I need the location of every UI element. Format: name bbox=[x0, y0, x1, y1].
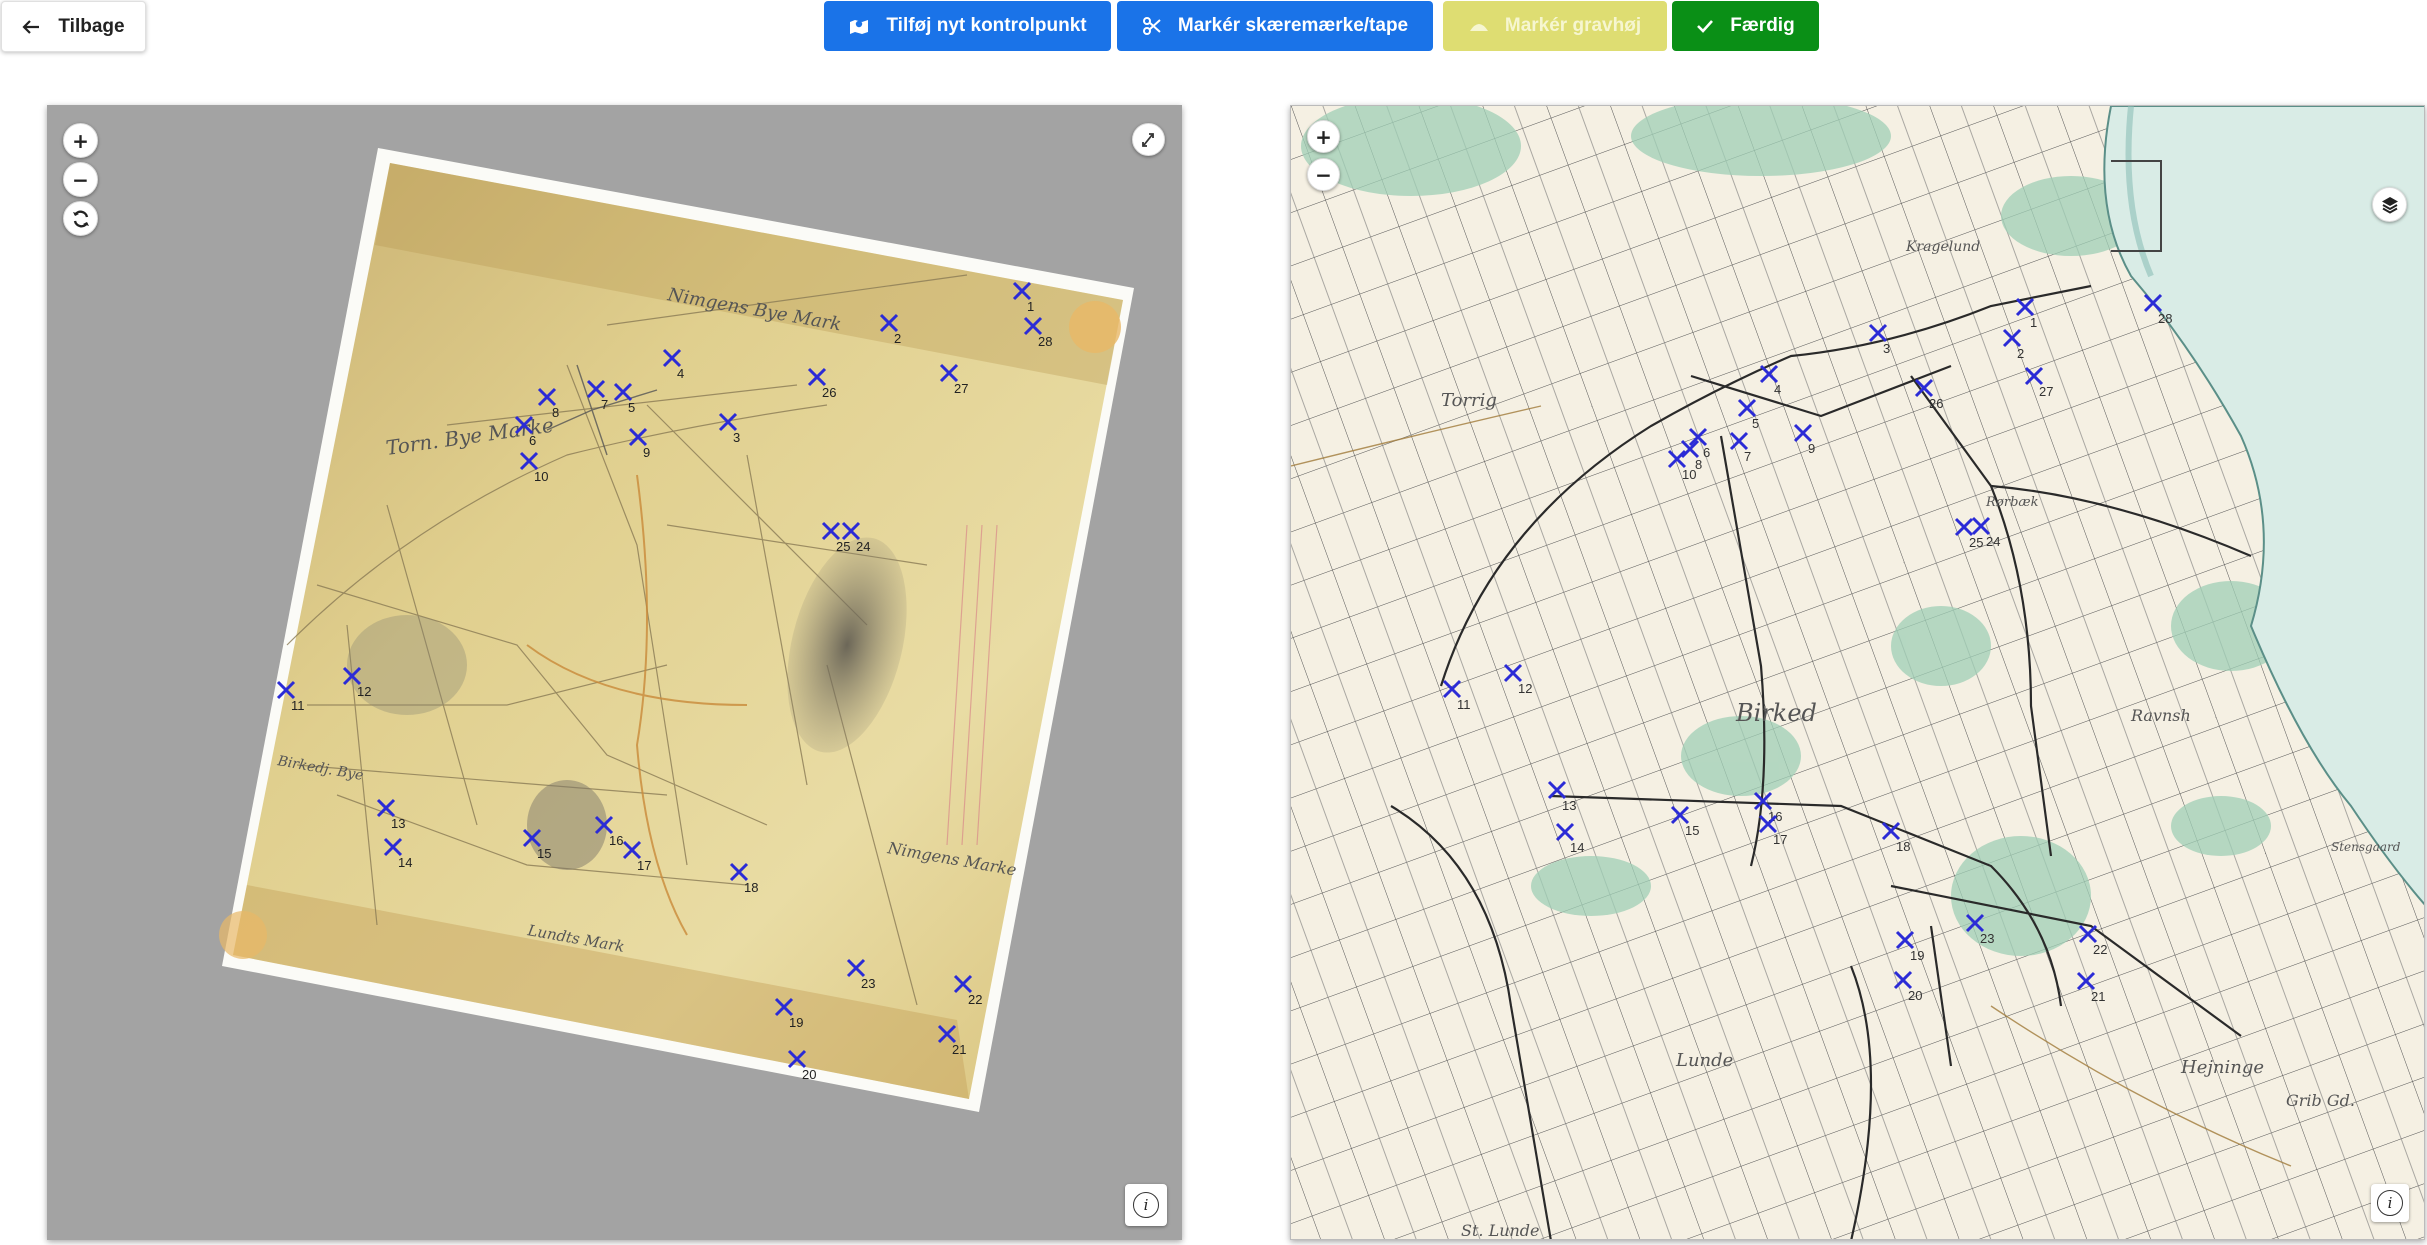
back-button[interactable]: Tilbage bbox=[1, 1, 146, 52]
control-point-label: 18 bbox=[744, 880, 758, 895]
scissors-icon bbox=[1142, 16, 1162, 36]
control-point-label: 27 bbox=[2039, 384, 2053, 399]
control-point-label: 18 bbox=[1896, 839, 1910, 854]
control-point-label: 19 bbox=[789, 1015, 803, 1030]
control-point-label: 24 bbox=[856, 539, 870, 554]
check-icon bbox=[1696, 19, 1714, 33]
map-pin-icon bbox=[848, 16, 870, 36]
control-point-label: 7 bbox=[1744, 449, 1751, 464]
control-point-label: 4 bbox=[677, 366, 684, 381]
mark-burial-mound-button[interactable]: Markér gravhøj bbox=[1443, 1, 1667, 51]
control-point-label: 4 bbox=[1774, 382, 1781, 397]
control-point-label: 13 bbox=[1562, 798, 1576, 813]
reset-rotation-button[interactable] bbox=[63, 201, 98, 236]
place-name-10: Grib Gd. bbox=[2286, 1091, 2355, 1110]
control-point-label: 9 bbox=[643, 445, 650, 460]
control-point-label: 22 bbox=[2093, 942, 2107, 957]
layers-button[interactable] bbox=[2372, 187, 2407, 222]
add-control-point-label: Tilføj nyt kontrolpunkt bbox=[886, 15, 1087, 36]
control-point-label: 24 bbox=[1986, 534, 2000, 549]
control-point-label: 8 bbox=[552, 405, 559, 420]
control-point-label: 25 bbox=[836, 539, 850, 554]
place-name-4: Rørbæk bbox=[1985, 495, 2039, 510]
done-label: Færdig bbox=[1730, 15, 1795, 36]
control-point-label: 3 bbox=[733, 430, 740, 445]
control-point-label: 1 bbox=[2030, 315, 2037, 330]
control-point-label: 26 bbox=[822, 385, 836, 400]
control-point-label: 5 bbox=[1752, 416, 1759, 431]
control-point-label: 15 bbox=[537, 846, 551, 861]
mark-cut-tape-label: Markér skæremærke/tape bbox=[1177, 15, 1409, 36]
place-name-7: St. Lunde bbox=[1461, 1221, 1540, 1240]
mark-cut-tape-button[interactable]: Markér skæremærke/tape bbox=[1117, 1, 1433, 51]
reference-map-canvas[interactable]: Torrig Birked Kragelund Rørbæk Ravnsh He… bbox=[1291, 106, 2425, 1240]
place-name-2: Birked bbox=[1735, 699, 1817, 727]
zoom-out-button[interactable]: − bbox=[63, 162, 98, 197]
zoom-out-button-right[interactable]: − bbox=[1307, 158, 1340, 191]
control-point-label: 6 bbox=[529, 433, 536, 448]
control-point-label: 21 bbox=[952, 1042, 966, 1057]
control-point-label: 12 bbox=[1518, 681, 1532, 696]
control-point-label: 6 bbox=[1703, 445, 1710, 460]
add-control-point-button[interactable]: Tilføj nyt kontrolpunkt bbox=[824, 1, 1111, 51]
control-point-label: 16 bbox=[609, 833, 623, 848]
control-point-label: 20 bbox=[1908, 988, 1922, 1003]
control-point-label: 17 bbox=[1773, 832, 1787, 847]
control-point-label: 11 bbox=[1457, 697, 1471, 712]
zoom-in-button-right[interactable]: + bbox=[1307, 120, 1340, 153]
control-point-label: 12 bbox=[357, 684, 371, 699]
control-point-label: 21 bbox=[2091, 989, 2105, 1004]
rotate-handle-button[interactable] bbox=[1132, 123, 1165, 156]
control-point-label: 13 bbox=[391, 816, 405, 831]
control-point-label: 15 bbox=[1685, 823, 1699, 838]
historical-map-canvas[interactable]: Nimgens Bye Mark Torn. Bye Marke Birkedj… bbox=[47, 105, 1182, 1240]
mound-icon bbox=[1469, 19, 1489, 33]
layers-icon bbox=[2380, 195, 2400, 215]
control-point-label: 1 bbox=[1027, 299, 1034, 314]
control-point-label: 10 bbox=[534, 469, 548, 484]
info-button-right[interactable]: i bbox=[2371, 1184, 2409, 1222]
place-name-5: Ravnsh bbox=[2130, 706, 2191, 725]
control-point-label: 14 bbox=[398, 855, 412, 870]
arrow-left-icon bbox=[22, 19, 40, 35]
place-name-8: Lunde bbox=[1675, 1050, 1733, 1071]
rotate-handle-icon bbox=[1140, 131, 1158, 149]
control-point-label: 23 bbox=[1980, 931, 1994, 946]
control-point-label: 5 bbox=[628, 400, 635, 415]
mark-burial-mound-label: Markér gravhøj bbox=[1504, 15, 1642, 36]
historical-map-viewer[interactable]: Nimgens Bye Mark Torn. Bye Marke Birkedj… bbox=[47, 105, 1182, 1240]
place-name-9: Stensgaard bbox=[2331, 840, 2401, 854]
place-name-1: Torrig bbox=[1441, 390, 1497, 411]
control-point-label: 14 bbox=[1570, 840, 1584, 855]
control-point-label: 22 bbox=[968, 992, 982, 1007]
control-point-label: 11 bbox=[291, 698, 305, 713]
control-point-label: 9 bbox=[1808, 441, 1815, 456]
back-button-label: Tilbage bbox=[58, 15, 125, 37]
done-button[interactable]: Færdig bbox=[1672, 1, 1819, 51]
place-name-6: Hejninge bbox=[2180, 1057, 2264, 1078]
control-point-label: 2 bbox=[894, 331, 901, 346]
control-point-label: 28 bbox=[2158, 311, 2172, 326]
control-point-label: 26 bbox=[1929, 396, 1943, 411]
control-point-label: 7 bbox=[601, 397, 608, 412]
info-button-left[interactable]: i bbox=[1125, 1184, 1167, 1226]
control-point-label: 17 bbox=[637, 858, 651, 873]
reference-map-viewer[interactable]: Torrig Birked Kragelund Rørbæk Ravnsh He… bbox=[1290, 105, 2425, 1240]
control-point-label: 25 bbox=[1969, 535, 1983, 550]
control-point-label: 27 bbox=[954, 381, 968, 396]
info-icon: i bbox=[2377, 1190, 2403, 1216]
control-point-label: 20 bbox=[802, 1067, 816, 1082]
place-name-3: Kragelund bbox=[1905, 239, 1980, 255]
control-point-label: 10 bbox=[1682, 467, 1696, 482]
info-icon: i bbox=[1133, 1192, 1159, 1218]
control-point-label: 28 bbox=[1038, 334, 1052, 349]
control-point-label: 2 bbox=[2017, 346, 2024, 361]
control-point-label: 23 bbox=[861, 976, 875, 991]
zoom-in-button[interactable]: + bbox=[63, 123, 98, 158]
refresh-icon bbox=[71, 209, 91, 229]
control-point-label: 3 bbox=[1883, 341, 1890, 356]
control-point-label: 19 bbox=[1910, 948, 1924, 963]
